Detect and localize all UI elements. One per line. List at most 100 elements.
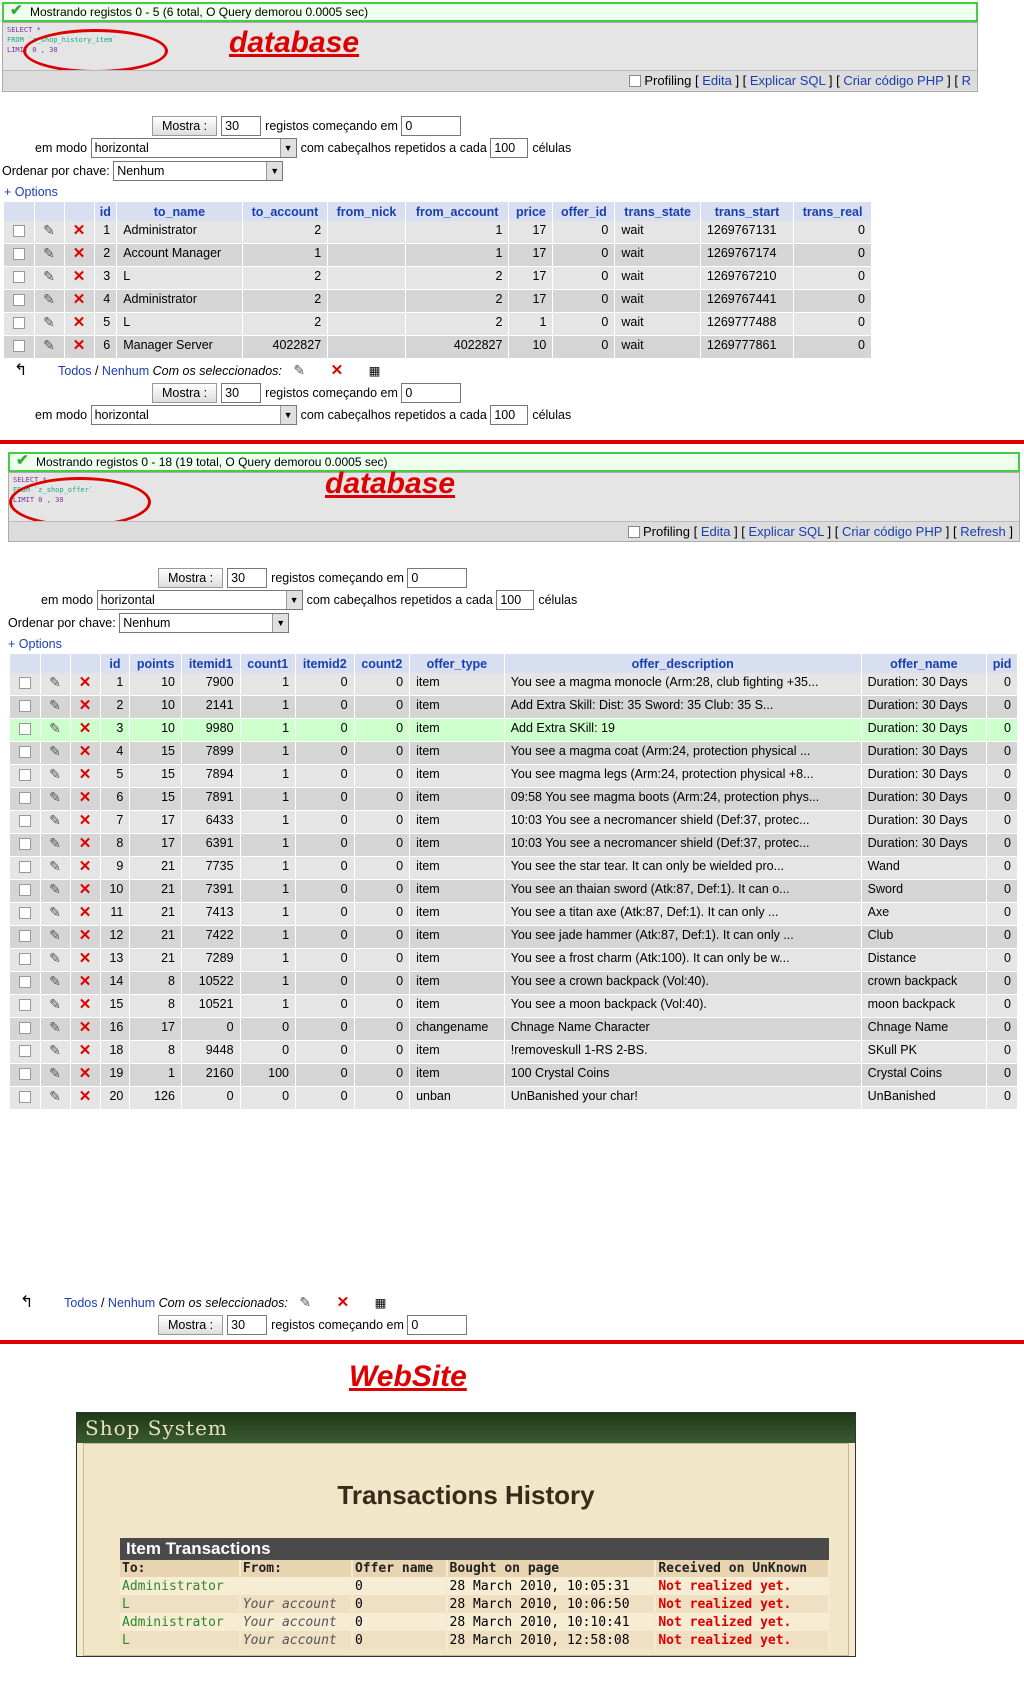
- delete-icon[interactable]: ✕: [79, 858, 92, 875]
- edit-icon[interactable]: ✎: [43, 222, 55, 238]
- edit-icon[interactable]: ✎: [49, 1088, 61, 1104]
- edit-icon[interactable]: ✎: [49, 858, 61, 874]
- select-none-link[interactable]: Nenhum: [102, 364, 149, 378]
- column-header[interactable]: price: [508, 202, 554, 221]
- column-header[interactable]: itemid1: [181, 654, 241, 673]
- row-checkbox[interactable]: [18, 769, 31, 781]
- row-checkbox[interactable]: [12, 294, 25, 306]
- edit-icon[interactable]: ✎: [49, 674, 61, 690]
- show-button[interactable]: Mostra :: [158, 1315, 224, 1335]
- column-header[interactable]: count1: [240, 654, 297, 673]
- delete-icon[interactable]: ✕: [73, 268, 86, 285]
- row-checkbox[interactable]: [18, 700, 31, 712]
- row-checkbox[interactable]: [12, 317, 25, 329]
- edit-icon[interactable]: ✎: [49, 789, 61, 805]
- sort-select[interactable]: Nenhum ▼: [113, 161, 284, 181]
- delete-icon[interactable]: ✕: [337, 1294, 350, 1311]
- show-button[interactable]: Mostra :: [152, 383, 218, 403]
- column-header[interactable]: id: [94, 202, 118, 221]
- delete-icon[interactable]: ✕: [79, 1019, 92, 1036]
- delete-icon[interactable]: ✕: [79, 720, 92, 737]
- rows-input[interactable]: 30: [227, 568, 268, 588]
- start-input[interactable]: 0: [401, 116, 462, 136]
- delete-icon[interactable]: ✕: [73, 222, 86, 239]
- row-checkbox[interactable]: [18, 792, 31, 804]
- delete-icon[interactable]: ✕: [79, 674, 92, 691]
- edit-link[interactable]: Edita: [701, 524, 731, 539]
- options-link[interactable]: + Options: [4, 185, 58, 199]
- row-checkbox[interactable]: [18, 815, 31, 827]
- edit-icon[interactable]: ✎: [49, 927, 61, 943]
- edit-icon[interactable]: ✎: [49, 766, 61, 782]
- edit-icon[interactable]: ✎: [293, 362, 305, 378]
- mode-select[interactable]: horizontal ▼: [96, 590, 303, 610]
- explain-sql-link[interactable]: Explicar SQL: [750, 73, 825, 88]
- column-header[interactable]: to_account: [242, 202, 329, 221]
- delete-icon[interactable]: ✕: [331, 362, 344, 379]
- edit-link[interactable]: Edita: [702, 73, 732, 88]
- edit-icon[interactable]: ✎: [49, 1042, 61, 1058]
- edit-icon[interactable]: ✎: [49, 1065, 61, 1081]
- edit-icon[interactable]: ✎: [43, 337, 55, 353]
- refresh-link[interactable]: Refresh: [960, 524, 1006, 539]
- start-input[interactable]: 0: [407, 1315, 468, 1335]
- delete-icon[interactable]: ✕: [79, 835, 92, 852]
- edit-icon[interactable]: ✎: [49, 743, 61, 759]
- edit-icon[interactable]: ✎: [299, 1294, 311, 1310]
- row-checkbox[interactable]: [18, 953, 31, 965]
- start-input[interactable]: 0: [401, 383, 462, 403]
- delete-icon[interactable]: ✕: [79, 904, 92, 921]
- column-header[interactable]: offer_id: [552, 202, 616, 221]
- column-header[interactable]: trans_state: [614, 202, 701, 221]
- column-header[interactable]: from_nick: [327, 202, 406, 221]
- delete-icon[interactable]: ✕: [73, 291, 86, 308]
- rows-input[interactable]: 30: [227, 1315, 268, 1335]
- row-checkbox[interactable]: [18, 907, 31, 919]
- delete-icon[interactable]: ✕: [79, 1042, 92, 1059]
- row-checkbox[interactable]: [18, 1022, 31, 1034]
- row-checkbox[interactable]: [12, 248, 25, 260]
- delete-icon[interactable]: ✕: [79, 950, 92, 967]
- rows-input[interactable]: 30: [221, 116, 262, 136]
- refresh-link[interactable]: R: [962, 73, 971, 88]
- explain-sql-link[interactable]: Explicar SQL: [749, 524, 824, 539]
- delete-icon[interactable]: ✕: [73, 245, 86, 262]
- export-icon[interactable]: ▦: [375, 1296, 387, 1310]
- mode-select[interactable]: horizontal ▼: [90, 405, 297, 425]
- edit-icon[interactable]: ✎: [43, 245, 55, 261]
- edit-icon[interactable]: ✎: [43, 314, 55, 330]
- row-checkbox[interactable]: [12, 340, 25, 352]
- export-icon[interactable]: ▦: [369, 364, 381, 378]
- delete-icon[interactable]: ✕: [79, 927, 92, 944]
- row-checkbox[interactable]: [18, 723, 31, 735]
- row-checkbox[interactable]: [18, 999, 31, 1011]
- delete-icon[interactable]: ✕: [73, 337, 86, 354]
- mode-select[interactable]: horizontal ▼: [90, 138, 297, 158]
- edit-icon[interactable]: ✎: [49, 812, 61, 828]
- edit-icon[interactable]: ✎: [49, 881, 61, 897]
- select-all-link[interactable]: Todos: [58, 364, 91, 378]
- repeat-input[interactable]: 100: [490, 138, 529, 158]
- edit-icon[interactable]: ✎: [49, 996, 61, 1012]
- profiling-checkbox[interactable]: [629, 75, 642, 87]
- row-checkbox[interactable]: [18, 861, 31, 873]
- edit-icon[interactable]: ✎: [49, 720, 61, 736]
- edit-icon[interactable]: ✎: [49, 835, 61, 851]
- column-header[interactable]: from_account: [405, 202, 510, 221]
- row-checkbox[interactable]: [18, 1091, 31, 1103]
- delete-icon[interactable]: ✕: [79, 743, 92, 760]
- create-php-link[interactable]: Criar código PHP: [842, 524, 942, 539]
- row-checkbox[interactable]: [18, 838, 31, 850]
- edit-icon[interactable]: ✎: [43, 268, 55, 284]
- column-header[interactable]: trans_real: [793, 202, 872, 221]
- delete-icon[interactable]: ✕: [79, 1065, 92, 1082]
- row-checkbox[interactable]: [12, 225, 25, 237]
- row-checkbox[interactable]: [18, 746, 31, 758]
- column-header[interactable]: pid: [986, 654, 1018, 673]
- row-checkbox[interactable]: [18, 884, 31, 896]
- profiling-checkbox[interactable]: [628, 526, 640, 538]
- delete-icon[interactable]: ✕: [79, 881, 92, 898]
- edit-icon[interactable]: ✎: [49, 904, 61, 920]
- delete-icon[interactable]: ✕: [79, 789, 92, 806]
- row-checkbox[interactable]: [18, 930, 31, 942]
